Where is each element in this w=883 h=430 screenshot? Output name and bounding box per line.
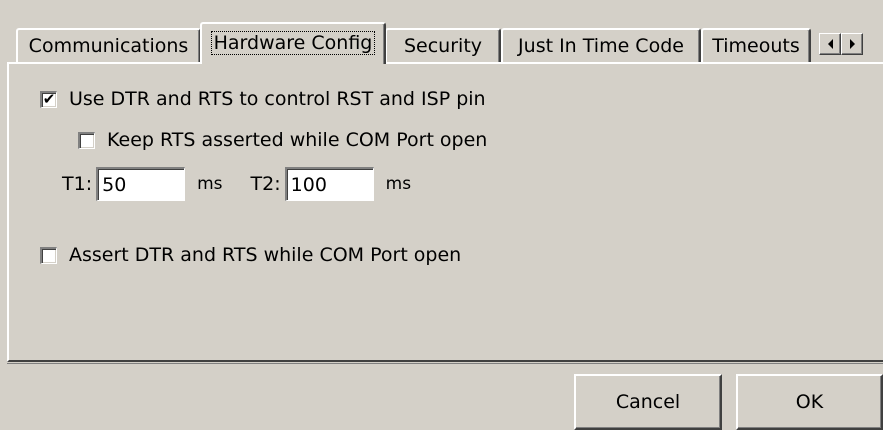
t2-input[interactable] <box>284 167 374 201</box>
assert-dtr-rts-label: Assert DTR and RTS while COM Port open <box>69 244 462 266</box>
assert-dtr-rts-option[interactable]: Assert DTR and RTS while COM Port open <box>40 244 461 266</box>
use-dtr-rts-option[interactable]: ✔ Use DTR and RTS to control RST and ISP… <box>40 88 486 110</box>
arrow-right-icon <box>849 39 855 49</box>
tab-just-in-time-code[interactable]: Just In Time Code <box>501 28 701 62</box>
ok-button-label: OK <box>795 391 824 413</box>
tab-label: Timeouts <box>712 35 800 57</box>
tab-scroll-buttons <box>819 33 863 55</box>
tab-hardware-config[interactable]: Hardware Config <box>200 22 386 64</box>
checkmark-icon: ✔ <box>42 89 56 108</box>
keep-rts-asserted-label: Keep RTS asserted while COM Port open <box>107 129 488 151</box>
tab-label: Hardware Config <box>210 31 376 55</box>
tab-scroll-left-button[interactable] <box>819 33 841 55</box>
tab-scroll-right-button[interactable] <box>841 33 863 55</box>
t1-label: T1: <box>62 173 93 195</box>
assert-dtr-rts-checkbox[interactable] <box>40 246 57 264</box>
arrow-left-icon <box>827 39 833 49</box>
t1-unit: ms <box>197 174 223 194</box>
keep-rts-asserted-option[interactable]: Keep RTS asserted while COM Port open <box>78 129 487 151</box>
tab-label: Just In Time Code <box>518 35 684 57</box>
timing-fields: T1: ms T2: ms <box>62 167 411 201</box>
keep-rts-asserted-checkbox[interactable] <box>78 131 95 149</box>
tab-timeouts[interactable]: Timeouts <box>701 28 811 62</box>
t1-input[interactable] <box>96 167 186 201</box>
use-dtr-rts-checkbox[interactable]: ✔ <box>40 89 57 108</box>
cancel-button-label: Cancel <box>615 391 681 413</box>
ok-button[interactable]: OK <box>736 374 883 430</box>
tab-label: Communications <box>28 35 189 57</box>
tab-label: Security <box>403 35 483 57</box>
tab-security[interactable]: Security <box>385 28 501 62</box>
tab-strip: Communications Security Just In Time Cod… <box>16 22 883 64</box>
t2-unit: ms <box>385 174 412 194</box>
use-dtr-rts-label: Use DTR and RTS to control RST and ISP p… <box>69 88 486 110</box>
cancel-button[interactable]: Cancel <box>574 374 722 430</box>
tab-communications[interactable]: Communications <box>16 28 201 62</box>
t2-label: T2: <box>250 173 281 195</box>
